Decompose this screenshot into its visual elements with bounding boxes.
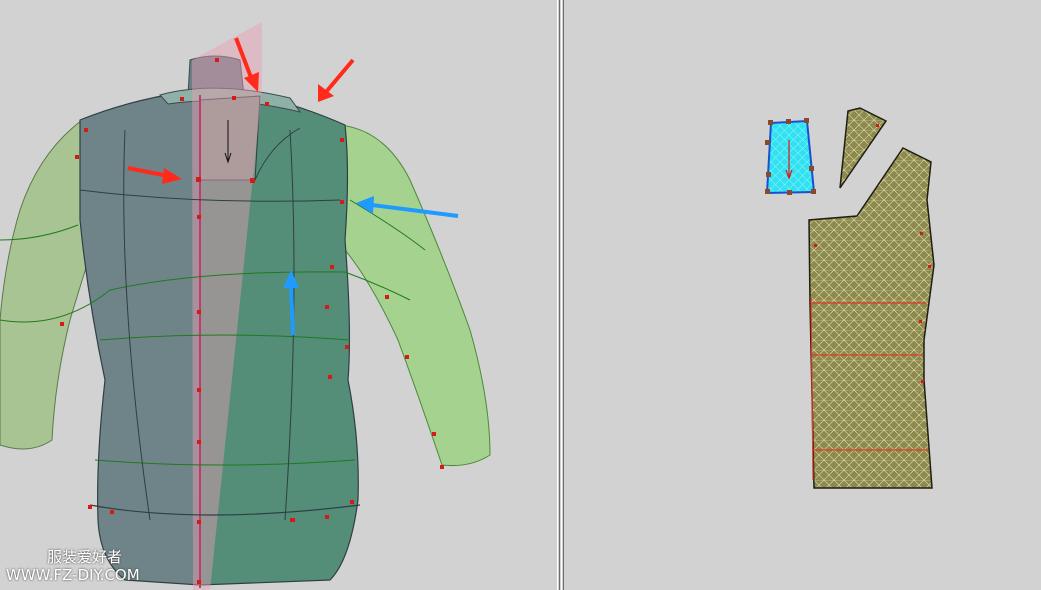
pattern-piece-yoke-selected[interactable]	[765, 118, 816, 195]
3d-garment-scene[interactable]	[0, 0, 556, 590]
arrow-up-right-icon	[318, 58, 355, 102]
watermark-line2: WWW.FZ-DIY.COM	[6, 566, 140, 584]
garment-back-left[interactable]	[79, 91, 201, 586]
watermark-line1: 服装爱好者	[47, 548, 123, 566]
right-sleeve[interactable]	[339, 124, 491, 466]
pattern-piece-back-body[interactable]	[808, 147, 935, 489]
viewport-splitter[interactable]	[556, 0, 564, 590]
pattern-piece-dart[interactable]	[839, 107, 888, 189]
watermark: 服装爱好者 WWW.FZ-DIY.COM	[6, 548, 140, 584]
2d-pattern-viewport[interactable]	[564, 0, 1041, 590]
3d-viewport[interactable]: 服装爱好者 WWW.FZ-DIY.COM	[0, 0, 556, 590]
pattern-canvas[interactable]	[564, 0, 1041, 590]
